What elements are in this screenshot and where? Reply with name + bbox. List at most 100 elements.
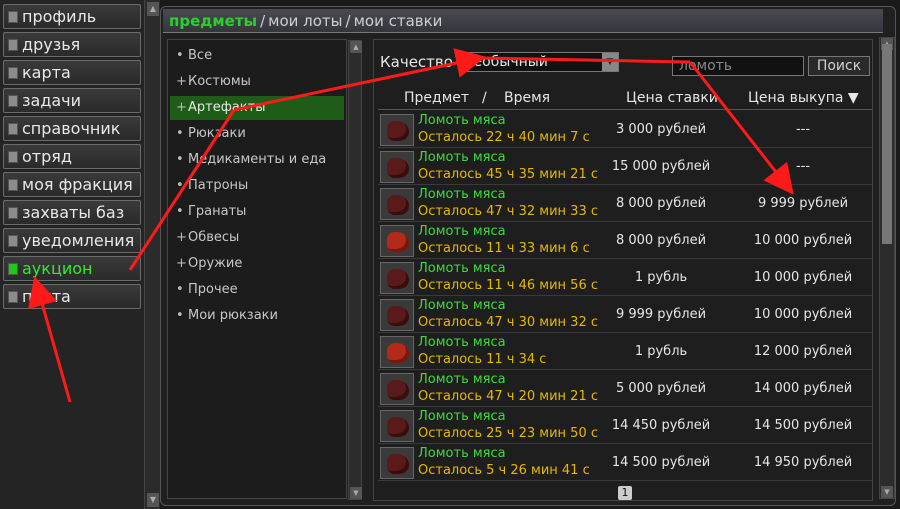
category-item[interactable]: • Все: [170, 44, 344, 68]
table-row[interactable]: Ломоть мяса Осталось 11 ч 33 мин 6 с 8 000…: [378, 223, 872, 259]
time-remaining: Осталось 47 ч 32 мин 33 с: [418, 204, 598, 219]
table-row[interactable]: Ломоть мяса Осталось 11 ч 46 мин 56 с 1 ру…: [378, 260, 872, 296]
category-item[interactable]: • Прочее: [170, 278, 344, 302]
page-number-button[interactable]: 1: [618, 486, 632, 500]
quality-select[interactable]: Необычный ▼: [458, 52, 619, 72]
item-name[interactable]: Ломоть мяса: [418, 261, 506, 276]
bid-price: 8 000 рублей: [615, 233, 707, 248]
nav-item-label: почта: [22, 286, 71, 306]
item-name[interactable]: Ломоть мяса: [418, 113, 506, 128]
table-row[interactable]: Ломоть мяса Осталось 11 ч 34 с 1 рубль 12 0…: [378, 334, 872, 370]
nav-scrollbar[interactable]: ▲ ▼: [144, 0, 160, 509]
dropdown-arrow-icon[interactable]: ▼: [601, 53, 618, 71]
meat-item-icon[interactable]: [380, 299, 414, 331]
scrollbar-thumb[interactable]: [882, 44, 892, 244]
item-name[interactable]: Ломоть мяса: [418, 335, 506, 350]
meat-item-icon[interactable]: [380, 447, 414, 479]
header-item[interactable]: Предмет: [404, 90, 469, 106]
nav-item-0[interactable]: профиль: [3, 4, 141, 29]
buyout-price: 12 000 рублей: [753, 344, 853, 359]
tab-0[interactable]: предметы: [169, 12, 257, 30]
category-item[interactable]: • Медикаменты и еда: [170, 148, 344, 172]
nav-bullet-icon: [8, 234, 18, 247]
header-bid-price[interactable]: Цена ставки: [626, 90, 718, 106]
search-input-value: ломоть: [679, 58, 733, 74]
meat-item-icon[interactable]: [380, 188, 414, 220]
meat-item-icon[interactable]: [380, 336, 414, 368]
scroll-down-arrow-icon[interactable]: ▼: [881, 486, 893, 498]
nav-item-label: уведомления: [22, 230, 135, 250]
item-name[interactable]: Ломоть мяса: [418, 150, 506, 165]
buyout-price: 10 000 рублей: [753, 307, 853, 322]
nav-item-9[interactable]: аукцион: [3, 256, 141, 281]
meat-item-icon[interactable]: [380, 114, 414, 146]
nav-item-2[interactable]: карта: [3, 60, 141, 85]
search-input[interactable]: ломоть: [672, 56, 804, 76]
nav-item-label: моя фракция: [22, 174, 133, 194]
category-item[interactable]: • Патроны: [170, 174, 344, 198]
table-row[interactable]: Ломоть мяса Осталось 25 ч 23 мин 50 с 14 4…: [378, 408, 872, 444]
nav-bullet-icon: [8, 178, 18, 191]
item-name[interactable]: Ломоть мяса: [418, 372, 506, 387]
table-row[interactable]: Ломоть мяса Осталось 22 ч 40 мин 7 с 3 000…: [378, 112, 872, 148]
time-remaining: Осталось 45 ч 35 мин 21 с: [418, 167, 598, 182]
tab-2[interactable]: мои ставки: [354, 12, 443, 30]
item-name[interactable]: Ломоть мяса: [418, 298, 506, 313]
table-row[interactable]: Ломоть мяса Осталось 5 ч 26 мин 41 с 14 50…: [378, 445, 872, 481]
nav-item-8[interactable]: уведомления: [3, 228, 141, 253]
category-marker-icon: +: [176, 256, 187, 271]
item-name[interactable]: Ломоть мяса: [418, 409, 506, 424]
bid-price: 9 999 рублей: [615, 307, 707, 322]
table-scrollbar[interactable]: ▲ ▼: [879, 37, 895, 499]
table-row[interactable]: Ломоть мяса Осталось 45 ч 35 мин 21 с 15 0…: [378, 149, 872, 185]
nav-bullet-icon: [8, 262, 18, 275]
category-item[interactable]: • Гранаты: [170, 200, 344, 224]
scroll-down-arrow-icon[interactable]: ▼: [350, 487, 362, 499]
category-item[interactable]: • Рюкзаки: [170, 122, 344, 146]
nav-item-label: профиль: [22, 6, 97, 26]
buyout-price: 14 000 рублей: [753, 381, 853, 396]
scroll-down-arrow-icon[interactable]: ▼: [147, 493, 159, 507]
nav-item-7[interactable]: захваты баз: [3, 200, 141, 225]
category-item[interactable]: +Обвесы: [170, 226, 344, 250]
tab-1[interactable]: мои лоты: [268, 12, 342, 30]
header-slash: /: [482, 90, 487, 106]
time-remaining: Осталось 5 ч 26 мин 41 с: [418, 463, 590, 478]
nav-item-10[interactable]: почта: [3, 284, 141, 309]
buyout-price: 14 950 рублей: [753, 455, 853, 470]
nav-item-4[interactable]: справочник: [3, 116, 141, 141]
scroll-up-arrow-icon[interactable]: ▲: [147, 2, 159, 16]
quality-label: Качество: [380, 53, 453, 71]
category-item[interactable]: +Костюмы: [170, 70, 344, 94]
header-buyout-price[interactable]: Цена выкупа ▼: [748, 90, 859, 106]
meat-item-icon[interactable]: [380, 151, 414, 183]
nav-item-1[interactable]: друзья: [3, 32, 141, 57]
meat-item-icon[interactable]: [380, 373, 414, 405]
time-remaining: Осталось 11 ч 46 мин 56 с: [418, 278, 598, 293]
nav-bullet-icon: [8, 206, 18, 219]
nav-item-5[interactable]: отряд: [3, 144, 141, 169]
table-row[interactable]: Ломоть мяса Осталось 47 ч 32 мин 33 с 8 00…: [378, 186, 872, 222]
table-row[interactable]: Ломоть мяса Осталось 47 ч 20 мин 21 с 5 00…: [378, 371, 872, 407]
item-name[interactable]: Ломоть мяса: [418, 224, 506, 239]
scroll-up-arrow-icon[interactable]: ▲: [350, 41, 362, 53]
category-label: Гранаты: [188, 204, 247, 219]
buyout-price: ---: [795, 122, 811, 137]
category-item[interactable]: • Мои рюкзаки: [170, 304, 344, 328]
item-name[interactable]: Ломоть мяса: [418, 446, 506, 461]
category-label: Все: [188, 48, 213, 63]
item-name[interactable]: Ломоть мяса: [418, 187, 506, 202]
header-time[interactable]: Время: [504, 90, 550, 106]
meat-item-icon[interactable]: [380, 225, 414, 257]
meat-item-icon[interactable]: [380, 262, 414, 294]
nav-item-6[interactable]: моя фракция: [3, 172, 141, 197]
table-row[interactable]: Ломоть мяса Осталось 47 ч 30 мин 32 с 9 99…: [378, 297, 872, 333]
meat-item-icon[interactable]: [380, 410, 414, 442]
bid-price: 8 000 рублей: [615, 196, 707, 211]
nav-item-3[interactable]: задачи: [3, 88, 141, 113]
time-remaining: Осталось 22 ч 40 мин 7 с: [418, 130, 590, 145]
category-item[interactable]: +Артефакты: [170, 96, 344, 120]
category-scrollbar[interactable]: ▲ ▼: [348, 40, 362, 500]
category-item[interactable]: +Оружие: [170, 252, 344, 276]
search-button[interactable]: Поиск: [808, 56, 870, 76]
